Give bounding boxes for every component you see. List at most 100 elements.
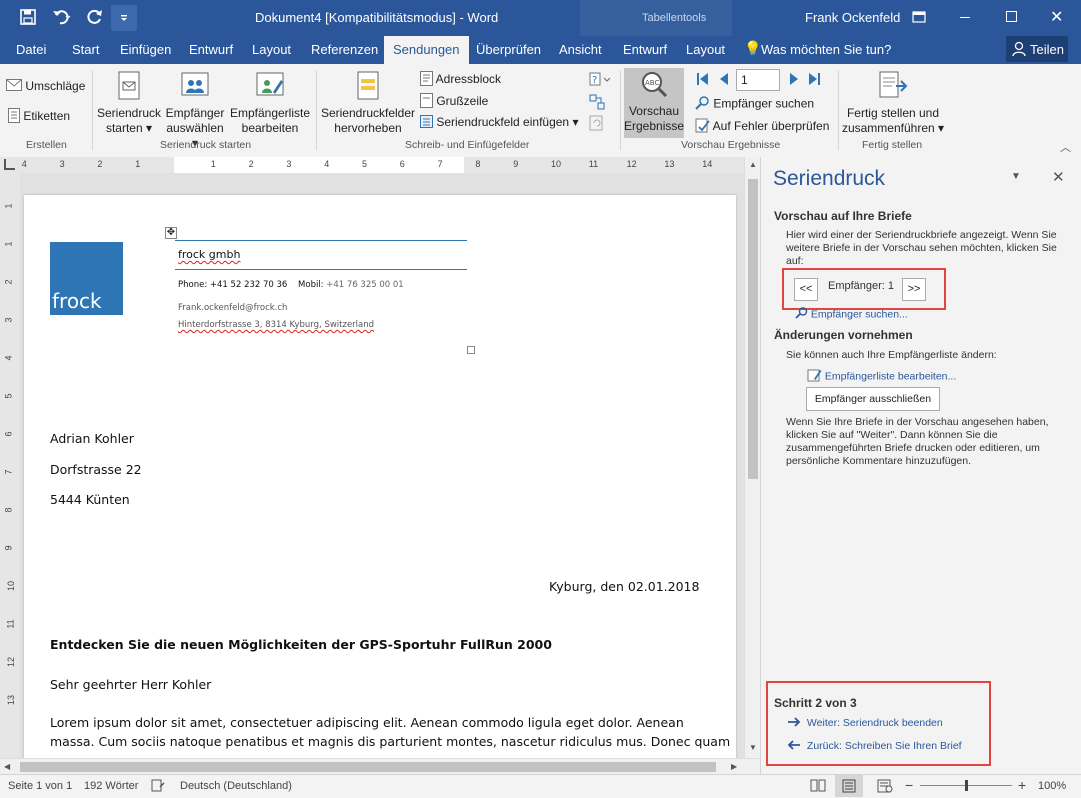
info-text: Wenn Sie Ihre Briefe in der Vorschau ang…	[786, 416, 1049, 467]
table-resize-handle[interactable]	[467, 346, 475, 354]
ruler-label: 13	[664, 159, 675, 169]
zoom-out-button[interactable]: −	[905, 777, 913, 793]
record-number-input[interactable]: 1	[736, 69, 780, 91]
repeat-icon[interactable]	[86, 8, 104, 29]
tab-sendungen[interactable]: Sendungen	[384, 36, 469, 64]
first-record-icon[interactable]	[696, 72, 710, 89]
highlight-merge-fields-button[interactable]: Seriendruckfelder hervorheben	[320, 70, 416, 136]
finish-merge-button[interactable]: Fertig stellen und zusammenführen ▾	[840, 70, 946, 136]
ruler-label: 2	[248, 159, 254, 169]
horizontal-ruler[interactable]: 4 3 2 1 1 2 3 4 5 6 7 8 9 10 11 12 13 14	[0, 157, 760, 174]
pane-close-icon[interactable]: ✕	[1052, 168, 1065, 186]
proofing-icon[interactable]	[151, 779, 165, 795]
tab-ueberpruefen[interactable]: Überprüfen	[476, 42, 541, 57]
vertical-scrollbar[interactable]: ▲ ▼	[744, 157, 761, 758]
update-labels-icon[interactable]	[589, 115, 605, 134]
page-count[interactable]: Seite 1 von 1	[8, 780, 72, 792]
zoom-in-button[interactable]: +	[1018, 777, 1026, 793]
horizontal-scrollbar[interactable]: ◀ ▶	[0, 758, 760, 775]
find-recipient-link[interactable]: Empfänger suchen...	[795, 307, 908, 322]
envelopes-button[interactable]: Umschläge	[6, 79, 85, 94]
next-step-label: Weiter: Seriendruck beenden	[806, 717, 943, 730]
tab-ansicht[interactable]: Ansicht	[559, 42, 602, 57]
scrollbar-thumb[interactable]	[748, 179, 758, 479]
exclude-recipient-button[interactable]: Empfänger ausschließen	[806, 387, 940, 411]
document-page[interactable]: frock ✥ frock gmbh Phone: +41 52 232 70 …	[24, 195, 736, 758]
language-indicator[interactable]: Deutsch (Deutschland)	[180, 780, 292, 792]
ruler-label: 7	[437, 159, 443, 169]
hscrollbar-thumb[interactable]	[20, 762, 716, 772]
undo-icon[interactable]	[52, 8, 72, 29]
previous-step-link[interactable]: Zurück: Schreiben Sie Ihren Brief	[787, 740, 962, 753]
scroll-left-icon[interactable]: ◀	[4, 762, 10, 771]
customize-quick-access-icon[interactable]	[111, 5, 137, 31]
last-record-icon[interactable]	[807, 72, 821, 89]
pane-options-icon[interactable]: ▼	[1011, 171, 1021, 182]
word-count[interactable]: 192 Wörter	[84, 780, 138, 792]
tab-datei[interactable]: Datei	[16, 42, 46, 57]
read-mode-icon[interactable]	[810, 779, 826, 795]
share-button[interactable]: Teilen	[1006, 36, 1068, 62]
rules-icon[interactable]: ?	[589, 72, 611, 89]
tab-table-layout[interactable]: Layout	[686, 42, 725, 57]
edit-recipient-list-link[interactable]: Empfängerliste bearbeiten...	[807, 368, 956, 385]
edit-recipient-list-label: Empfängerliste bearbeiten	[229, 106, 311, 135]
zoom-slider-track[interactable]	[920, 780, 1012, 791]
address-block-button[interactable]: Adressblock	[420, 71, 501, 89]
document-area[interactable]: frock ✥ frock gmbh Phone: +41 52 232 70 …	[20, 173, 744, 758]
table-border-bottom	[175, 269, 467, 270]
mobile-number: +41 76 325 00 01	[326, 280, 404, 290]
select-recipients-label: Empfänger auswählen	[165, 106, 225, 135]
magnifier-icon	[795, 307, 808, 322]
start-mail-merge-button[interactable]: Seriendruck starten ▾	[96, 70, 162, 136]
zoom-level[interactable]: 100%	[1038, 780, 1066, 792]
scroll-right-icon[interactable]: ▶	[731, 762, 737, 771]
recipient-street: Dorfstrasse 22	[50, 462, 142, 477]
greeting-line-button[interactable]: Grußzeile	[420, 93, 488, 111]
group-separator	[316, 70, 317, 150]
person-icon	[1012, 41, 1026, 60]
vertical-ruler[interactable]: 1 1 2 3 4 5 6 7 8 9 10 11 12 13	[0, 173, 21, 758]
labels-button[interactable]: Etiketten	[8, 108, 70, 126]
web-layout-icon[interactable]	[877, 779, 893, 796]
table-tools-label: Tabellentools	[642, 12, 707, 24]
ruler-label: 8	[475, 159, 481, 169]
maximize-icon[interactable]	[1006, 11, 1017, 22]
match-fields-icon[interactable]	[589, 94, 605, 113]
scroll-up-icon[interactable]: ▲	[749, 160, 757, 169]
group-separator	[620, 70, 621, 150]
collapse-ribbon-icon[interactable]: ︿	[1060, 139, 1071, 155]
print-layout-button[interactable]	[835, 775, 863, 797]
previous-record-icon[interactable]	[718, 72, 730, 89]
save-icon[interactable]	[20, 9, 36, 28]
ruler-label: 3	[59, 159, 65, 169]
tab-table-entwurf[interactable]: Entwurf	[623, 42, 667, 57]
scroll-down-icon[interactable]: ▼	[749, 743, 757, 752]
preview-results-button[interactable]: ABC Vorschau Ergebnisse	[624, 68, 684, 138]
user-name[interactable]: Frank Ockenfeld	[805, 10, 900, 25]
ribbon-display-icon[interactable]	[912, 10, 926, 27]
title-bar: Dokument4 [Kompatibilitätsmodus] - Word …	[0, 0, 1081, 36]
vruler-label: 1	[3, 241, 14, 247]
tab-layout[interactable]: Layout	[252, 42, 291, 57]
tell-me-search[interactable]: Was möchten Sie tun?	[761, 42, 891, 57]
tab-start[interactable]: Start	[72, 42, 99, 57]
tab-referenzen[interactable]: Referenzen	[311, 42, 378, 57]
next-step-link[interactable]: Weiter: Seriendruck beenden	[787, 717, 943, 730]
find-recipient-button[interactable]: Empfänger suchen	[695, 96, 814, 113]
ruler-label: 1	[135, 159, 141, 169]
tab-entwurf[interactable]: Entwurf	[189, 42, 233, 57]
tab-selector-icon[interactable]	[4, 159, 15, 170]
next-record-icon[interactable]	[788, 72, 800, 89]
vruler-label: 13	[6, 694, 17, 706]
table-move-handle-icon[interactable]: ✥	[165, 227, 177, 239]
tab-einfuegen[interactable]: Einfügen	[120, 42, 171, 57]
close-icon[interactable]: ✕	[1050, 7, 1063, 27]
contact-line: Phone: +41 52 232 70 36 Mobil: +41 76 32…	[178, 280, 404, 290]
insert-merge-field-button[interactable]: Seriendruckfeld einfügen ▾	[420, 115, 578, 131]
zoom-slider-thumb[interactable]	[965, 780, 968, 791]
arrow-right-icon	[787, 717, 801, 730]
edit-recipient-list-button[interactable]: Empfängerliste bearbeiten	[229, 70, 311, 136]
minimize-icon[interactable]	[960, 17, 970, 18]
check-errors-button[interactable]: Auf Fehler überprüfen	[695, 118, 829, 136]
